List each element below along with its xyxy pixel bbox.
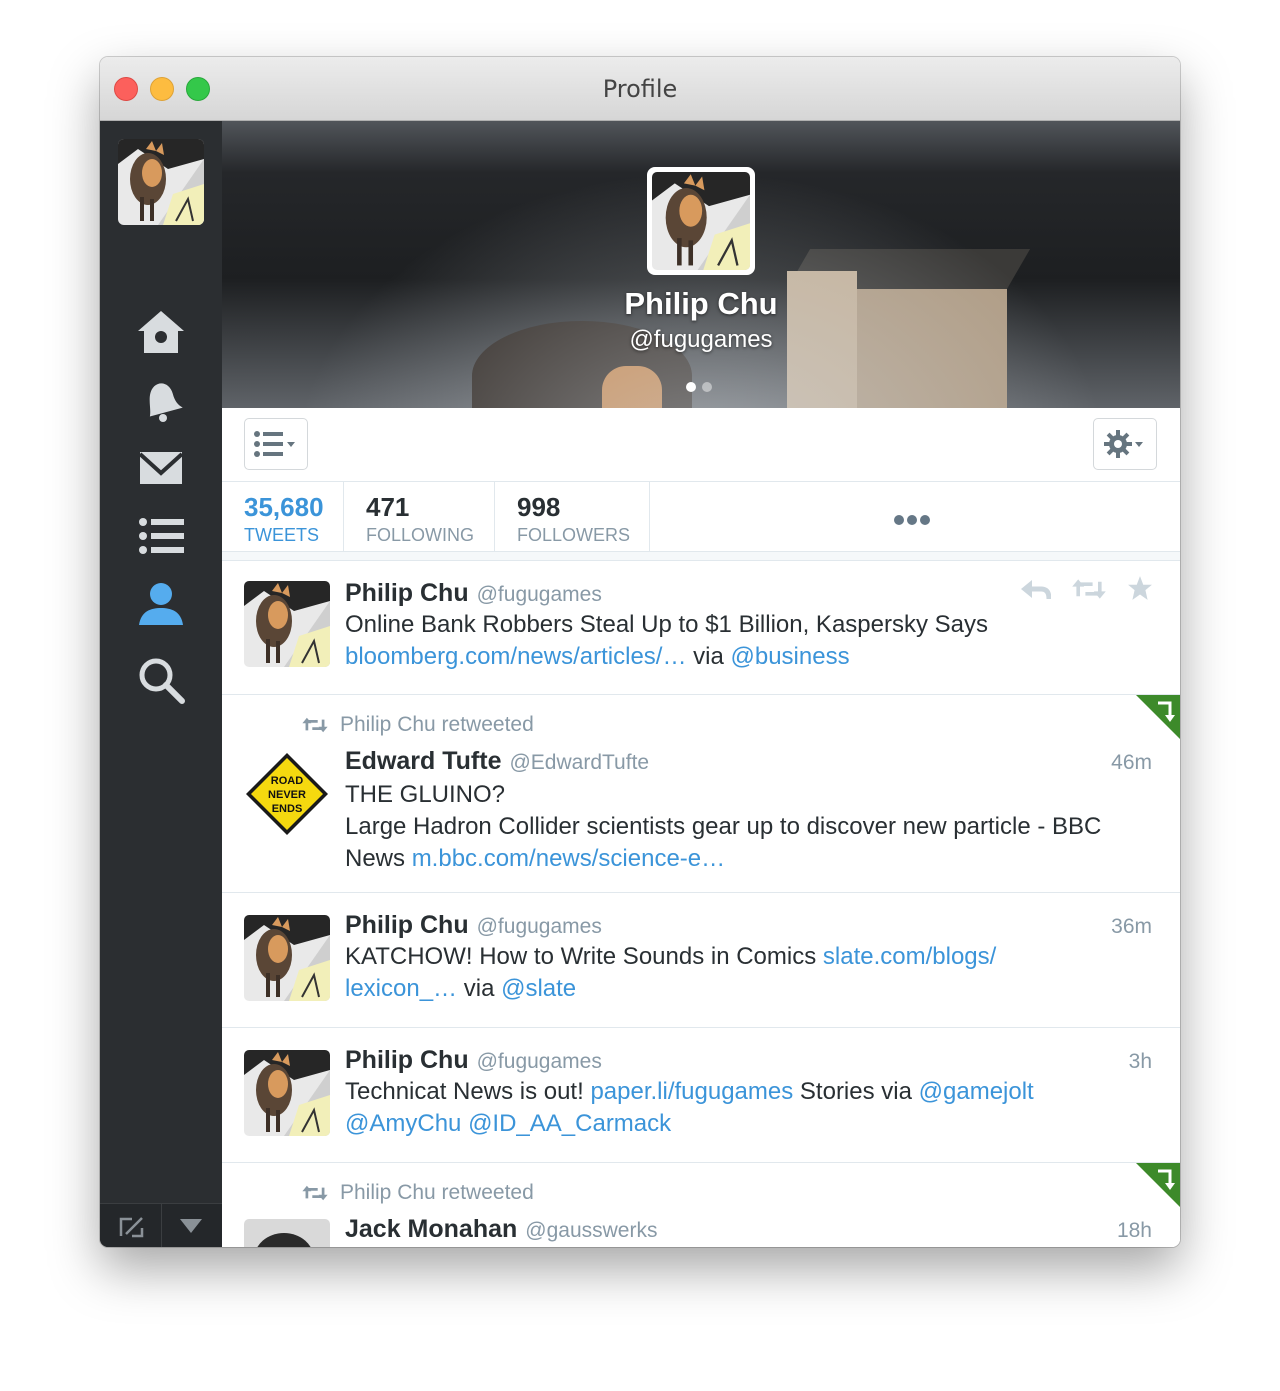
sidebar bbox=[100, 121, 222, 1247]
tweet-avatar[interactable] bbox=[244, 581, 330, 667]
window-title: Profile bbox=[602, 75, 678, 103]
bell-icon[interactable] bbox=[136, 375, 186, 425]
search-icon[interactable] bbox=[136, 655, 186, 705]
tweet-item[interactable]: Philip Chu @fugugames 3h Technicat News i… bbox=[222, 1028, 1180, 1163]
retweet-icon bbox=[302, 1184, 328, 1202]
tweet-text: Technicat News is out! bbox=[345, 1078, 591, 1105]
gear-icon bbox=[1104, 430, 1143, 458]
favorite-star-icon[interactable] bbox=[1126, 575, 1154, 601]
tweet-link[interactable]: paper.li/fugugames bbox=[590, 1078, 793, 1105]
list-icon[interactable] bbox=[136, 511, 186, 561]
reply-icon[interactable] bbox=[1021, 579, 1052, 601]
tweet-author-name[interactable]: Philip Chu bbox=[345, 911, 469, 939]
tweet-author-name[interactable]: Philip Chu bbox=[345, 579, 469, 607]
tweet-text: Online Bank Robbers Steal Up to $1 Billi… bbox=[345, 611, 988, 638]
tweet-mention[interactable]: @ID_AA_Carmack bbox=[468, 1110, 671, 1137]
list-menu-button[interactable] bbox=[244, 418, 308, 470]
tweet-avatar[interactable] bbox=[244, 1050, 330, 1136]
tweet-author-handle[interactable]: @fugugames bbox=[477, 583, 602, 606]
tweets-stat[interactable]: 35,680 TWEETS bbox=[222, 482, 344, 552]
compose-icon[interactable] bbox=[118, 1214, 146, 1238]
profile-stats: 35,680 TWEETS 471 FOLLOWING 998 FOLLOWER… bbox=[222, 482, 1180, 552]
tweet-text: THE GLUINO? bbox=[345, 781, 506, 808]
chevron-down-icon[interactable] bbox=[180, 1219, 202, 1233]
tweet-link[interactable]: m.bbc.com/news/science-e… bbox=[412, 845, 725, 872]
tweet-avatar[interactable] bbox=[244, 1219, 330, 1247]
tweet-text: KATCHOW! How to Write Sounds in Comics bbox=[345, 943, 823, 970]
home-icon[interactable] bbox=[136, 307, 186, 357]
tweet-time[interactable]: 36m bbox=[1111, 915, 1152, 939]
more-stats-button[interactable] bbox=[894, 512, 933, 530]
sidebar-footer bbox=[100, 1203, 222, 1247]
title-bar: Profile bbox=[100, 57, 1180, 121]
retweet-icon[interactable] bbox=[1072, 577, 1106, 601]
retweeted-by: Philip Chu retweeted bbox=[302, 1181, 534, 1205]
profile-name: Philip Chu bbox=[624, 286, 778, 321]
tweet-mention[interactable]: @business bbox=[730, 643, 849, 670]
tweet-time[interactable]: 46m bbox=[1111, 751, 1152, 775]
tweet-mention[interactable]: @AmyChu bbox=[345, 1110, 461, 1137]
tweet-avatar[interactable]: ROAD NEVER ENDS bbox=[244, 751, 330, 837]
retweeted-by: Philip Chu retweeted bbox=[302, 713, 534, 737]
tweet-author-name[interactable]: Edward Tufte bbox=[345, 747, 501, 775]
tweet-author-handle[interactable]: @fugugames bbox=[477, 915, 602, 938]
tweet-author-name[interactable]: Philip Chu bbox=[345, 1046, 469, 1074]
tweet-author-handle[interactable]: @EdwardTufte bbox=[509, 751, 649, 774]
tweet-mention[interactable]: @gamejolt bbox=[919, 1078, 1034, 1105]
profile-column: Philip Chu @fugugames 35,680 TWEETS 471 … bbox=[222, 121, 1180, 1247]
tweet-author-name[interactable]: Jack Monahan bbox=[345, 1215, 517, 1243]
header-page-dots[interactable] bbox=[686, 379, 718, 397]
envelope-icon[interactable] bbox=[136, 443, 186, 493]
retweet-corner-icon bbox=[1136, 1163, 1180, 1207]
tweet-actions bbox=[1005, 575, 1154, 606]
followers-stat[interactable]: 998 FOLLOWERS bbox=[495, 482, 650, 552]
profile-handle: @fugugames bbox=[629, 326, 773, 353]
settings-menu-button[interactable] bbox=[1093, 418, 1157, 470]
tweet-item[interactable]: Philip Chu retweeted ROAD NEVER ENDS Edw… bbox=[222, 695, 1180, 893]
app-window: Profile Philip Chu @fugugames 35,680 TWE… bbox=[100, 57, 1180, 1247]
following-stat[interactable]: 471 FOLLOWING bbox=[344, 482, 495, 552]
tweet-item[interactable]: Philip Chu @fugugames 36m KATCHOW! How to… bbox=[222, 893, 1180, 1028]
tweet-item[interactable]: Philip Chu @fugugames Online Bank Robbers… bbox=[222, 561, 1180, 695]
tweet-time[interactable]: 18h bbox=[1117, 1219, 1152, 1243]
tweet-link[interactable]: slate.com/blogs/ bbox=[823, 943, 996, 970]
tweet-mention[interactable]: @slate bbox=[501, 975, 576, 1002]
account-avatar[interactable] bbox=[118, 139, 204, 225]
retweet-corner-icon bbox=[1136, 695, 1180, 739]
tweet-avatar[interactable] bbox=[244, 915, 330, 1001]
tweet-author-handle[interactable]: @gausswerks bbox=[525, 1219, 657, 1242]
svg-text:ROAD: ROAD bbox=[271, 775, 303, 787]
tweet-time[interactable]: 3h bbox=[1129, 1050, 1152, 1074]
retweet-icon bbox=[302, 716, 328, 734]
profile-toolbar bbox=[222, 408, 1180, 482]
tweet-author-handle[interactable]: @fugugames bbox=[477, 1050, 602, 1073]
tweet-link[interactable]: bloomberg.com/news/articles/… bbox=[345, 643, 686, 670]
list-dropdown-icon bbox=[254, 431, 295, 457]
tweet-link[interactable]: lexicon_… bbox=[345, 975, 457, 1002]
svg-text:ENDS: ENDS bbox=[272, 803, 303, 815]
profile-avatar[interactable] bbox=[647, 167, 755, 275]
svg-text:NEVER: NEVER bbox=[268, 789, 306, 801]
user-icon[interactable] bbox=[136, 579, 186, 629]
profile-header: Philip Chu @fugugames bbox=[222, 121, 1180, 408]
tweet-item[interactable]: Philip Chu retweeted Jack Monahan @gaussw… bbox=[222, 1163, 1180, 1247]
